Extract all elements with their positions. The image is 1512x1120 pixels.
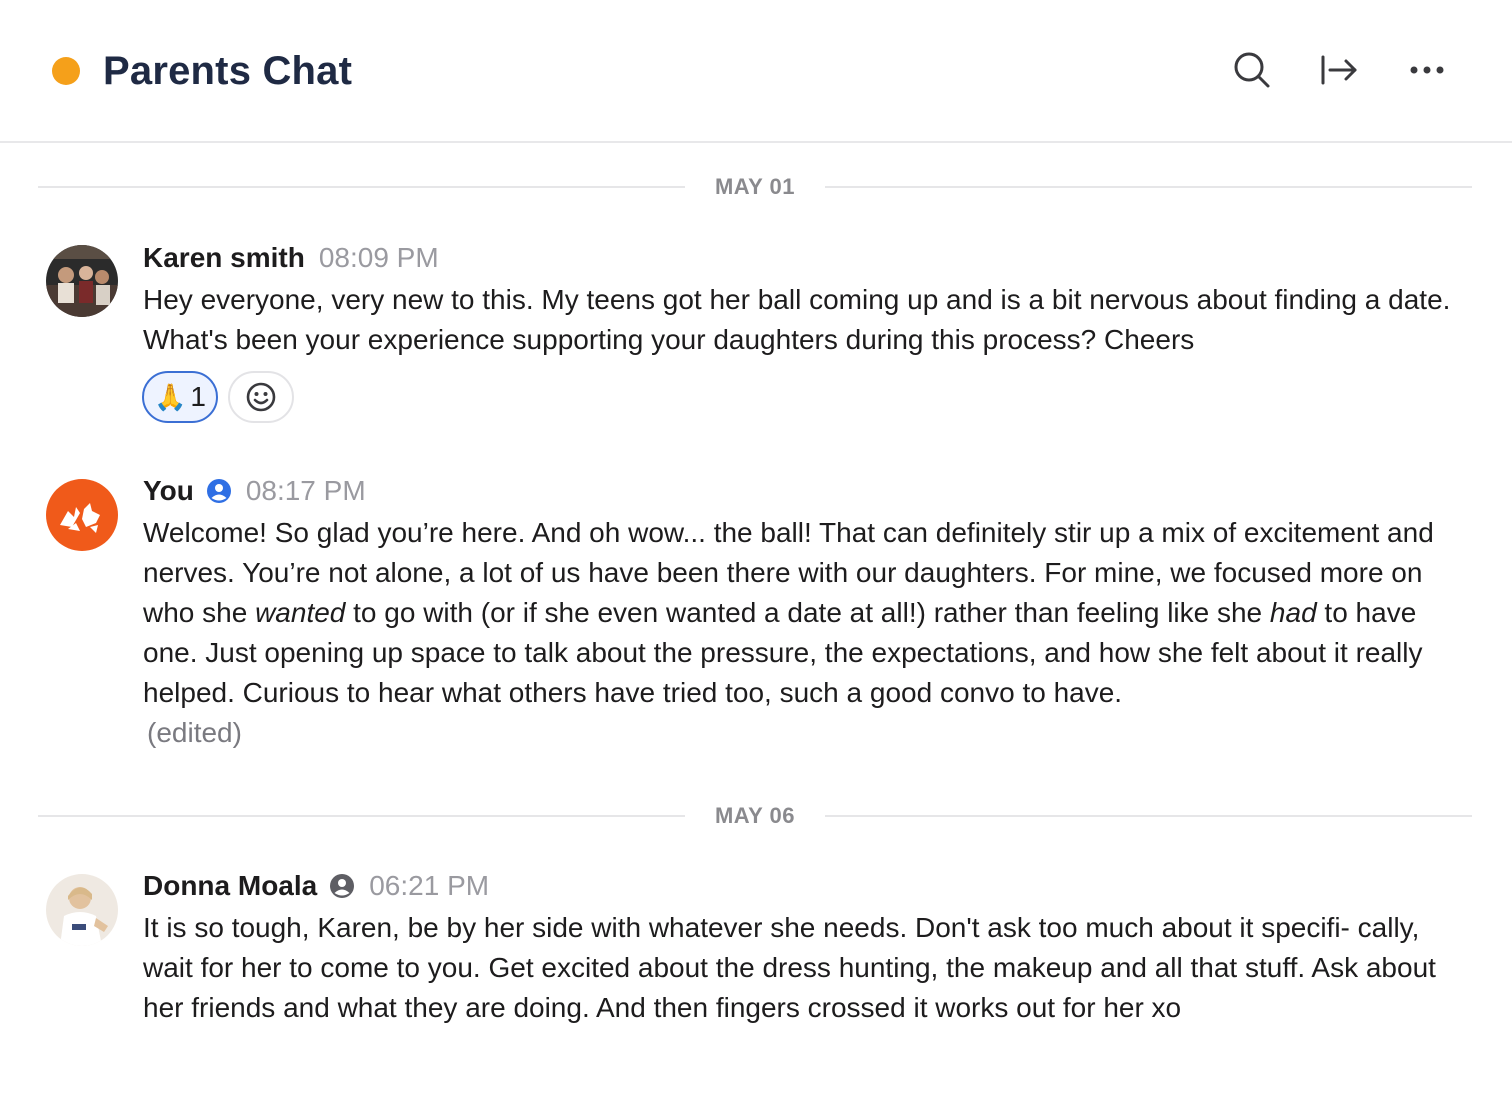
message-text: Hey everyone, very new to this. My teens… xyxy=(143,284,1451,355)
avatar[interactable] xyxy=(46,874,118,946)
smiley-icon xyxy=(246,382,276,412)
divider-line xyxy=(825,186,1472,188)
author-name[interactable]: You xyxy=(143,475,194,507)
search-button[interactable] xyxy=(1230,48,1274,92)
user-badge-icon xyxy=(329,873,355,899)
avatar[interactable] xyxy=(46,245,118,317)
timestamp[interactable]: 06:21 PM xyxy=(369,870,489,902)
channel-title: Parents Chat xyxy=(103,49,353,93)
more-icon xyxy=(1410,66,1444,74)
date-divider: MAY 01 xyxy=(38,167,1472,207)
author-name[interactable]: Karen smith xyxy=(143,242,305,274)
date-label: MAY 01 xyxy=(714,174,796,199)
message-text: It is so tough, Karen, be by her side wi… xyxy=(143,912,1436,1023)
message-header: You 08:17 PM xyxy=(143,471,366,511)
message-header: Donna Moala 06:21 PM xyxy=(143,866,489,906)
date-divider: MAY 06 xyxy=(38,796,1472,836)
reaction-count: 1 xyxy=(190,381,206,412)
reactions-bar: 🙏 1 xyxy=(142,371,294,423)
date-label: MAY 06 xyxy=(714,803,796,828)
divider-line xyxy=(38,186,685,188)
emphasis-text: had xyxy=(1269,597,1317,628)
status-dot xyxy=(52,57,80,85)
author-name[interactable]: Donna Moala xyxy=(143,870,317,902)
divider-line xyxy=(38,815,685,817)
message-text-part: to go with (or if she even wanted a date… xyxy=(345,597,1270,628)
message-text: Welcome! So glad you’re here. And oh wow… xyxy=(143,513,1473,753)
more-options-button[interactable] xyxy=(1405,48,1449,92)
pray-emoji: 🙏 xyxy=(154,381,187,412)
message-header: Karen smith 08:09 PM xyxy=(143,238,439,278)
exit-icon xyxy=(1321,55,1357,85)
search-icon xyxy=(1234,52,1270,88)
timestamp[interactable]: 08:17 PM xyxy=(246,475,366,507)
divider-line xyxy=(825,815,1472,817)
chat-header: Parents Chat xyxy=(0,0,1512,143)
emphasis-text: wanted xyxy=(255,597,346,628)
add-reaction-button[interactable] xyxy=(228,371,294,423)
avatar[interactable] xyxy=(46,479,118,551)
timestamp[interactable]: 08:09 PM xyxy=(319,242,439,274)
edited-label: (edited) xyxy=(147,717,242,748)
leave-channel-button[interactable] xyxy=(1317,48,1361,92)
verified-user-icon xyxy=(206,478,232,504)
reaction-pray[interactable]: 🙏 1 xyxy=(142,371,218,423)
